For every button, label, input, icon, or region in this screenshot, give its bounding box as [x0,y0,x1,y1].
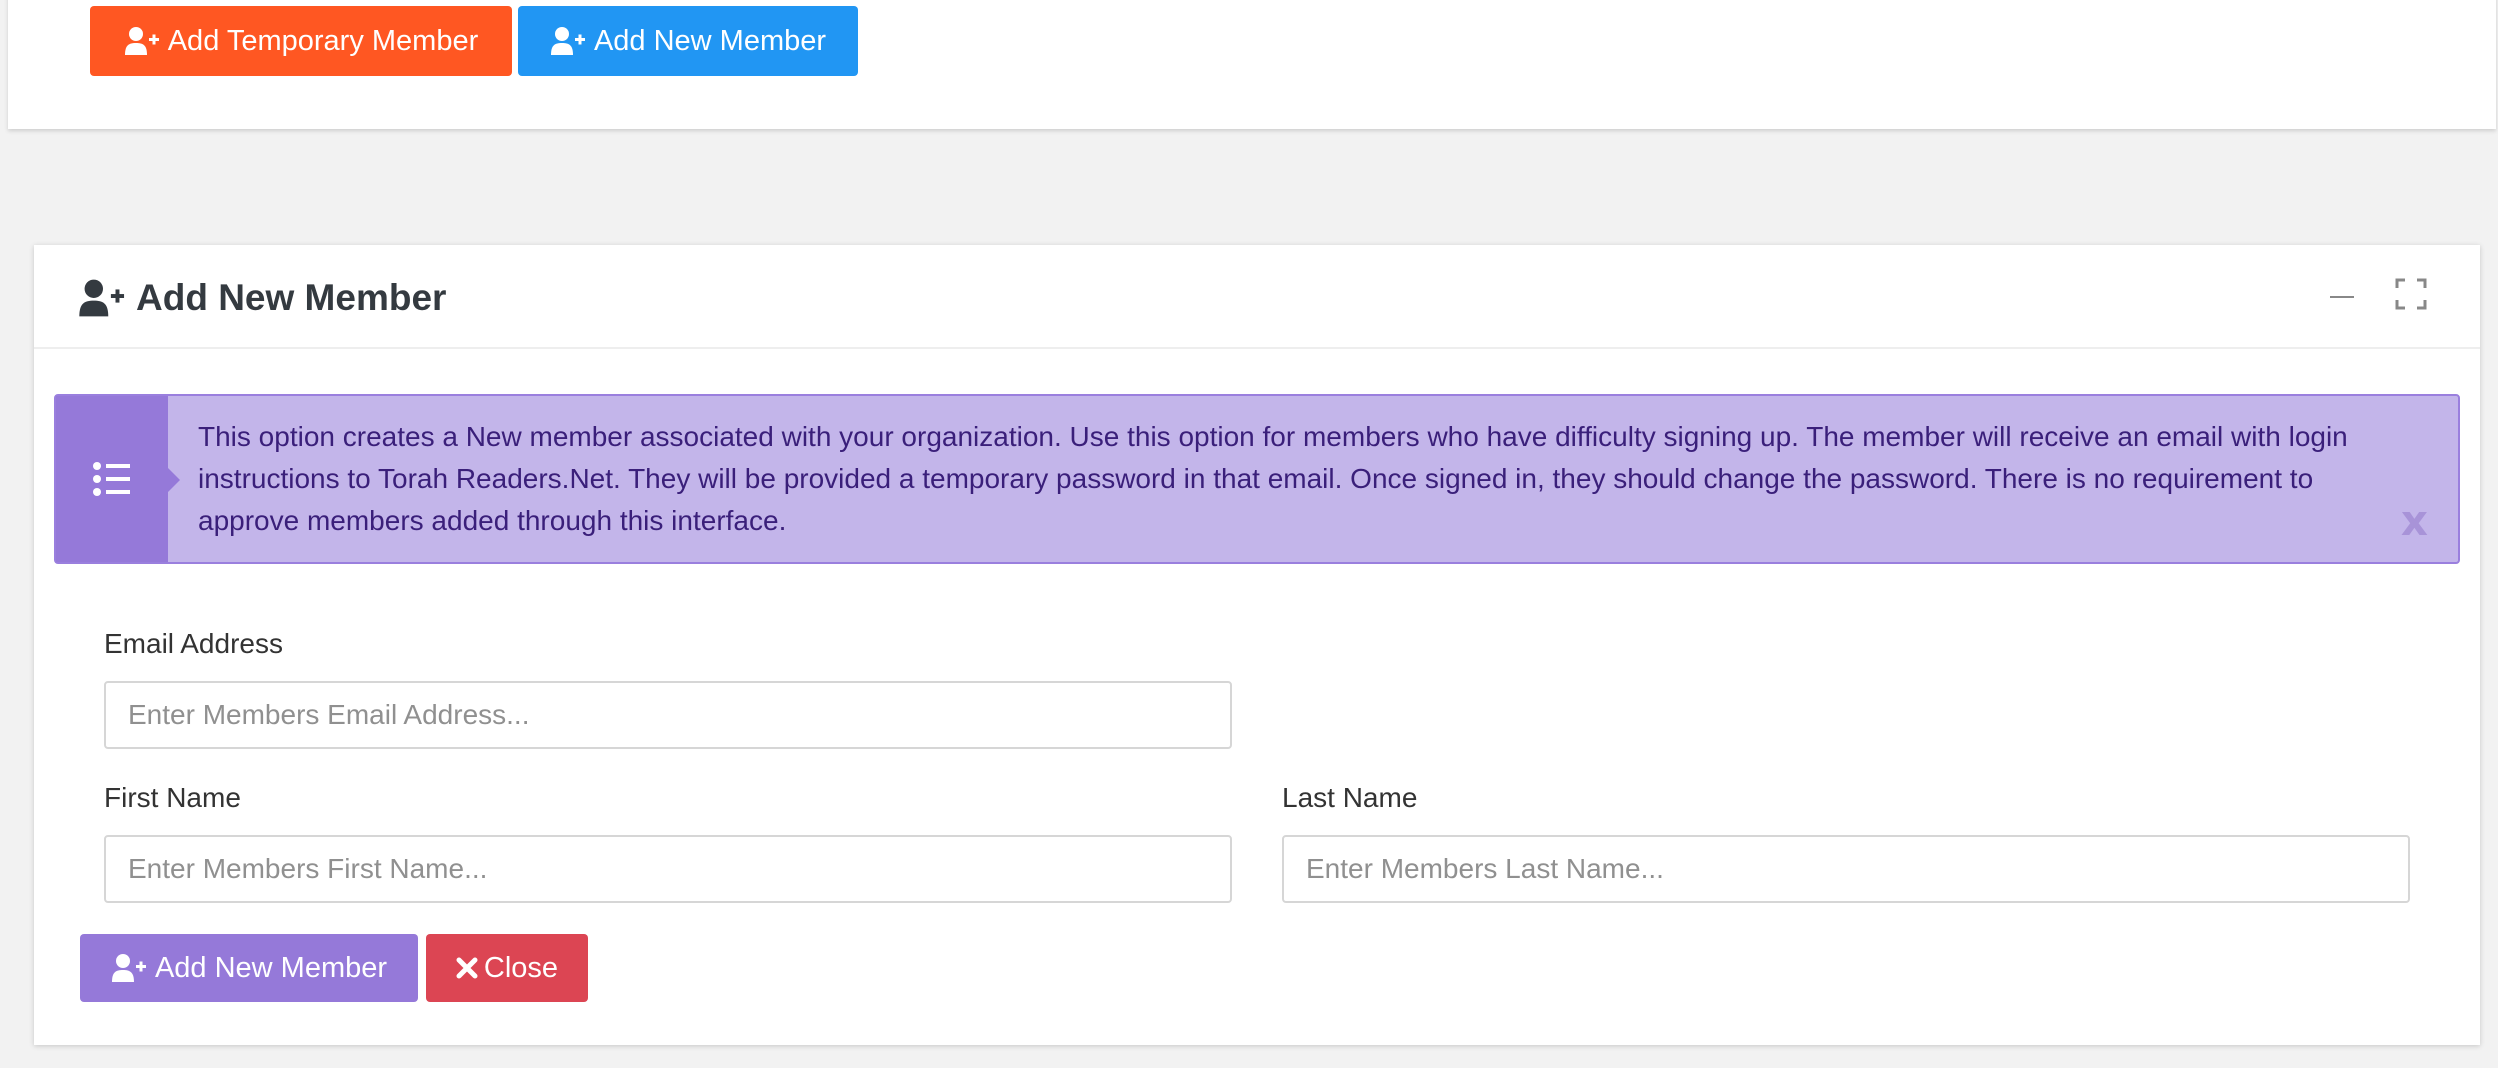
close-label: Close [483,951,559,984]
maximize-icon[interactable] [2394,277,2428,311]
add-temporary-member-label: Add Temporary Member [167,24,479,57]
add-new-member-submit-label: Add New Member [154,951,388,984]
add-new-member-top-label: Add New Member [593,24,827,57]
email-label: Email Address [104,628,283,659]
top-toolbar-card: Add Temporary Member Add New Member [8,0,2496,129]
add-new-member-panel: Add New Member This option creates a New… [34,245,2480,1045]
callout-arrow [168,468,180,492]
callout-close-button[interactable]: x [2401,496,2428,545]
callout-icon-box [56,396,168,562]
first-name-input[interactable] [104,835,1232,903]
info-callout: This option creates a New member associa… [54,394,2460,564]
add-new-member-top-button[interactable]: Add New Member [518,6,858,76]
user-plus-icon [124,27,159,55]
email-input[interactable] [104,681,1232,749]
last-name-label: Last Name [1282,782,1418,813]
close-button[interactable]: Close [426,934,588,1002]
panel-title: Add New Member [78,275,446,321]
add-new-member-submit-button[interactable]: Add New Member [80,934,418,1002]
user-plus-icon [111,954,146,982]
panel-title-text: Add New Member [136,277,447,318]
minimize-icon[interactable] [2330,291,2356,303]
last-name-input[interactable] [1282,835,2410,903]
panel-header: Add New Member [34,245,2480,349]
callout-text: This option creates a New member associa… [198,421,2348,536]
user-plus-icon [79,279,125,317]
list-icon [93,462,130,496]
first-name-label: First Name [104,782,241,813]
close-icon [456,957,478,979]
user-plus-icon [550,27,585,55]
add-temporary-member-button[interactable]: Add Temporary Member [90,6,512,76]
